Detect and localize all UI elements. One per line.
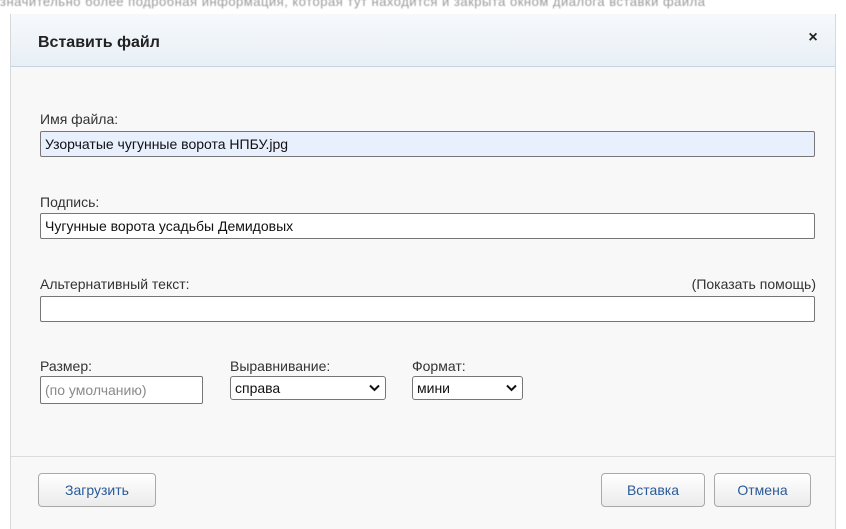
close-icon[interactable]: × [803,28,823,48]
insert-file-dialog: Вставить файл × Имя файла: Подпись: Альт… [10,14,836,529]
caption-input[interactable] [40,213,815,239]
alt-text-label: Альтернативный текст: [40,276,190,292]
filename-label: Имя файла: [40,111,119,127]
alignment-selected-value: справа [235,380,281,396]
dialog-title: Вставить файл [38,34,160,51]
filename-input[interactable] [40,131,815,157]
cancel-button[interactable]: Отмена [714,473,811,507]
format-label: Формат: [412,358,466,374]
upload-button[interactable]: Загрузить [38,473,156,507]
chevron-down-icon [369,384,380,392]
caption-label: Подпись: [40,194,100,210]
format-selected-value: мини [417,380,450,396]
alignment-select[interactable]: справа [230,376,386,400]
show-help-link[interactable]: (Показать помощь) [692,276,816,292]
dialog-title-bar: Вставить файл × [11,14,835,67]
footer-divider [11,456,835,457]
chevron-down-icon [506,384,517,392]
insert-button[interactable]: Вставка [601,473,705,507]
size-label: Размер: [40,358,93,374]
format-select[interactable]: мини [412,376,523,400]
background-page-text: значительно более подробная информация, … [0,0,706,9]
size-input[interactable] [40,376,203,404]
alt-text-input[interactable] [40,296,815,322]
alignment-label: Выравнивание: [230,358,331,374]
